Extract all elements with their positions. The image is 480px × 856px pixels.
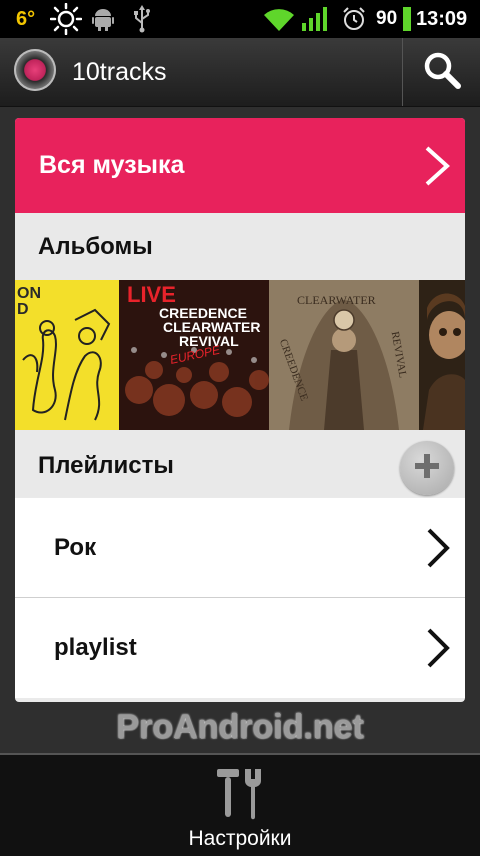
chevron-right-icon — [425, 528, 451, 573]
bottom-bar: Настройки — [0, 753, 480, 856]
all-music-label: Вся музыка — [39, 151, 185, 179]
playlist-row[interactable]: Рок — [15, 498, 465, 598]
add-playlist-button[interactable] — [400, 441, 454, 495]
app-title: 10tracks — [72, 57, 167, 86]
library-card: Вся музыка Альбомы ON D LIVE CREEDENCE C… — [15, 118, 465, 702]
search-icon — [423, 51, 461, 94]
temperature-text: 6° — [16, 7, 36, 30]
album-cover-text: CLEARWATER — [297, 293, 376, 307]
clock-text: 13:09 — [416, 7, 468, 30]
search-button[interactable] — [403, 38, 480, 106]
alarm-icon — [342, 0, 366, 38]
android-icon — [92, 0, 114, 38]
album-cover[interactable] — [419, 280, 465, 430]
album-cover-text: LIVE — [127, 282, 176, 307]
album-cover-text: D — [17, 301, 29, 318]
all-music-row[interactable]: Вся музыка — [15, 118, 465, 213]
playlist-row[interactable]: playlist — [15, 598, 465, 698]
playlist-label: Рок — [54, 534, 97, 561]
playlists-header: Плейлисты — [15, 430, 465, 497]
album-cover[interactable]: LIVE CREEDENCE CLEARWATER REVIVAL EUROPE — [119, 280, 269, 430]
albums-carousel[interactable]: ON D LIVE CREEDENCE CLEARWATER REVIVAL E… — [15, 280, 465, 430]
albums-label: Альбомы — [38, 233, 153, 260]
signal-icon — [302, 0, 328, 38]
chevron-right-icon — [425, 628, 451, 673]
tools-icon — [215, 767, 267, 826]
settings-button[interactable]: Настройки — [170, 755, 310, 856]
battery-text: 90 — [376, 8, 398, 29]
albums-header: Альбомы — [15, 213, 465, 280]
sun-icon — [50, 0, 82, 38]
album-cover-text: ON — [17, 285, 41, 302]
album-cover[interactable]: CLEARWATER CREEDENCE REVIVAL — [269, 280, 419, 430]
watermark-text: ProAndroid.net — [116, 707, 364, 746]
settings-label: Настройки — [188, 827, 292, 850]
album-cover[interactable]: ON D — [15, 280, 119, 430]
usb-icon — [132, 0, 152, 38]
wifi-icon — [264, 0, 294, 38]
plus-icon — [413, 452, 441, 485]
battery-icon — [403, 0, 411, 38]
playlists-label: Плейлисты — [38, 452, 174, 479]
action-bar: 10tracks — [0, 38, 480, 107]
app-logo-icon[interactable] — [14, 49, 56, 91]
playlist-label: playlist — [54, 634, 137, 661]
status-bar: 6° 90 13:09 — [0, 0, 480, 38]
chevron-right-icon — [423, 146, 451, 191]
